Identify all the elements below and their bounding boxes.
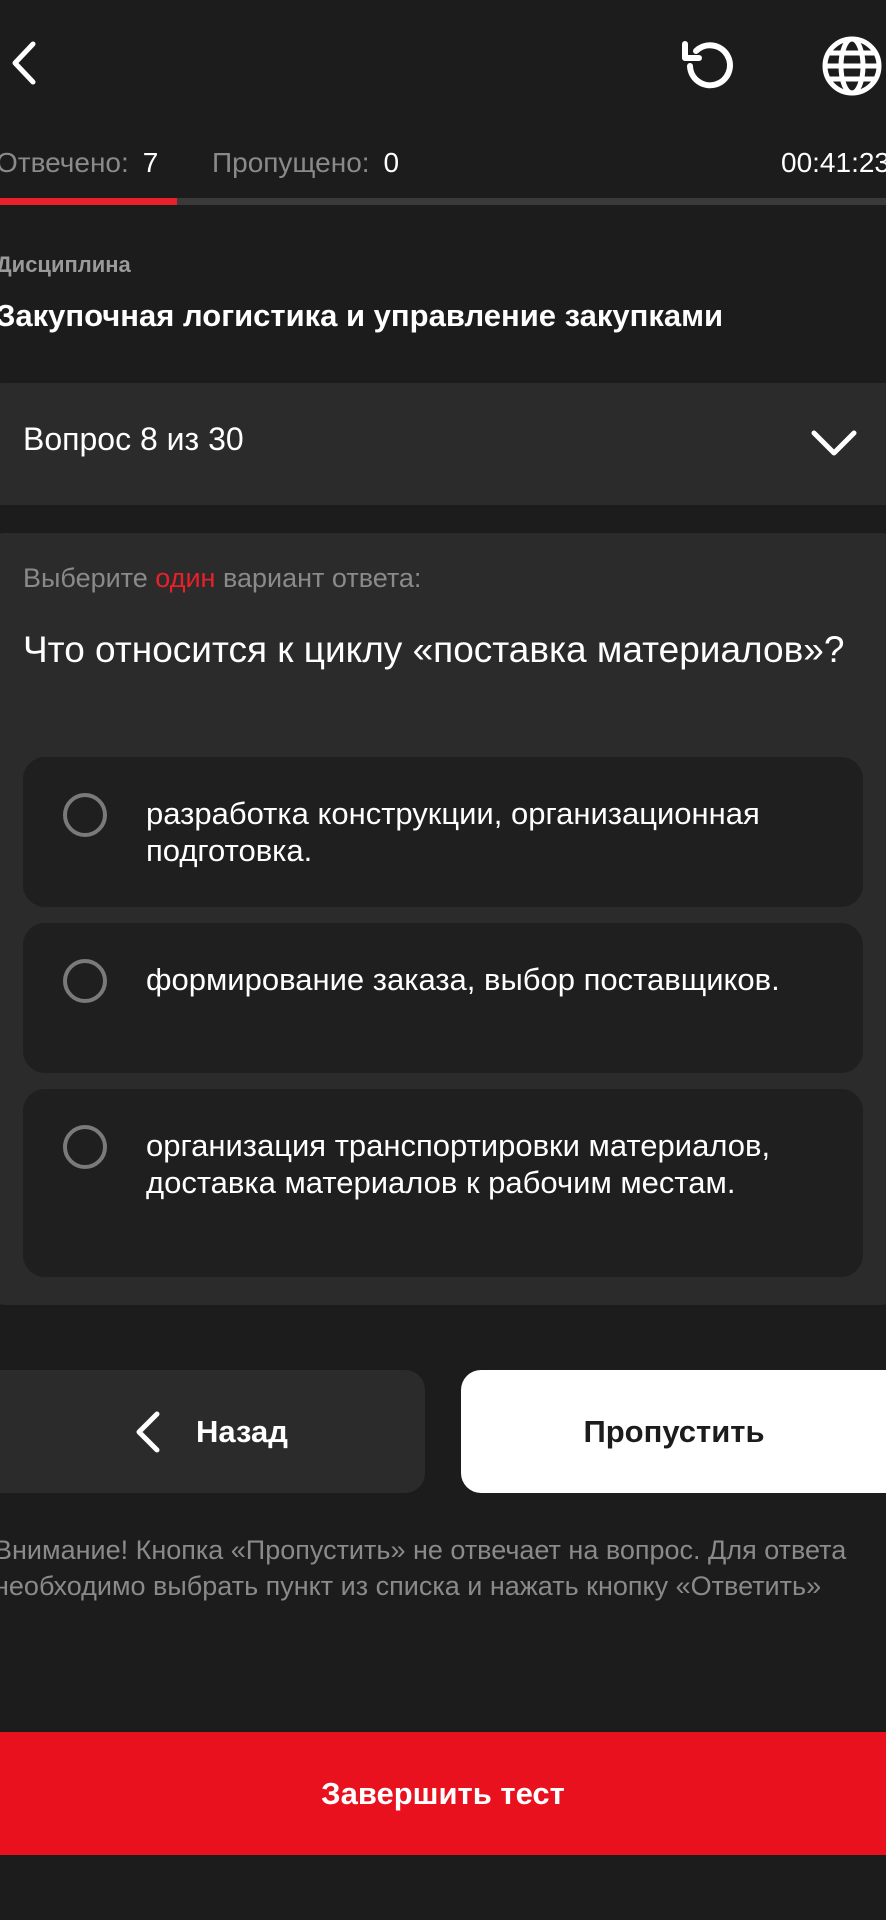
- skip-notice: Внимание! Кнопка «Пропустить» не отвечае…: [0, 1535, 847, 1601]
- answered-label: Отвечено:: [0, 147, 129, 178]
- instruction-before: Выберите: [23, 563, 156, 593]
- answered-counter: Отвечено: 7: [0, 140, 158, 186]
- instruction-accent: один: [155, 563, 216, 593]
- refresh-icon[interactable]: [672, 30, 744, 102]
- question-number-label: Вопрос 8 из 30: [23, 421, 244, 457]
- progress-fill: [0, 198, 178, 205]
- chevron-left-icon: [12, 41, 36, 85]
- chevron-down-icon: [811, 430, 857, 456]
- radio-button[interactable]: [63, 1125, 107, 1169]
- skipped-value: 0: [383, 147, 400, 178]
- quiz-screen: Отвечено: 7 Пропущено: 0 00:41:23 Дисципли…: [0, 0, 886, 1920]
- finish-test-label: Завершить тест: [321, 1776, 565, 1811]
- finish-test-button[interactable]: Завершить тест: [0, 1732, 886, 1855]
- skipped-counter: Пропущено: 0: [212, 140, 399, 186]
- chevron-left-icon: [136, 1411, 160, 1453]
- answer-option-1[interactable]: разработка конструкции, организационная …: [23, 757, 863, 907]
- timer: 00:41:23: [781, 147, 886, 178]
- question-text: Что относится к циклу «поставка материал…: [23, 629, 845, 670]
- discipline-title: Закупочная логистика и управление закупк…: [0, 298, 724, 333]
- option-text: организация транспортировки материалов, …: [146, 1128, 771, 1200]
- discipline-label: Дисциплина: [0, 252, 131, 277]
- progress-bar: [0, 198, 886, 205]
- answer-instruction: Выберите один вариант ответа:: [23, 563, 421, 594]
- skip-button[interactable]: Пропустить: [461, 1370, 886, 1493]
- option-text: формирование заказа, выбор поставщиков.: [146, 962, 780, 997]
- answer-option-2[interactable]: формирование заказа, выбор поставщиков.: [23, 923, 863, 1073]
- stats-bar: Отвечено: 7 Пропущено: 0 00:41:23: [0, 140, 886, 186]
- back-icon[interactable]: [0, 28, 48, 98]
- radio-button[interactable]: [63, 959, 107, 1003]
- option-text: разработка конструкции, организационная …: [146, 796, 760, 868]
- radio-button[interactable]: [63, 793, 107, 837]
- question-selector[interactable]: Вопрос 8 из 30: [0, 383, 886, 505]
- skip-button-label: Пропустить: [583, 1414, 765, 1449]
- back-button[interactable]: Назад: [0, 1370, 425, 1493]
- answered-value: 7: [142, 147, 159, 178]
- question-card: Выберите один вариант ответа: Что относи…: [0, 533, 886, 1305]
- answer-option-3[interactable]: организация транспортировки материалов, …: [23, 1089, 863, 1277]
- globe-icon[interactable]: [818, 30, 886, 102]
- back-button-label: Назад: [196, 1414, 288, 1449]
- instruction-after: вариант ответа:: [215, 563, 422, 593]
- skipped-label: Пропущено:: [212, 147, 370, 178]
- top-bar: [0, 0, 886, 130]
